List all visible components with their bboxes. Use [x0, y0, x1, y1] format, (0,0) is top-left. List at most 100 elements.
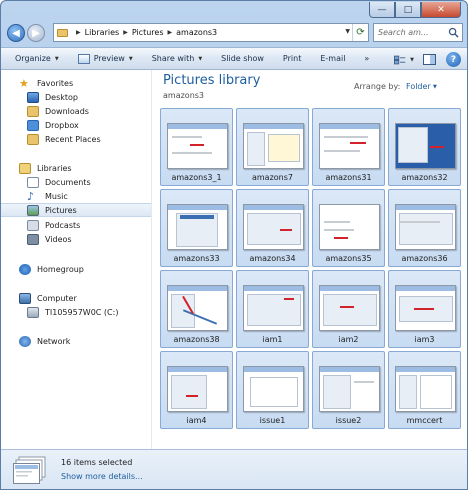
search-input[interactable]: Search am... — [373, 23, 463, 42]
more-commands-button[interactable]: » — [364, 54, 369, 63]
sidebar-item-downloads[interactable]: Downloads — [27, 104, 151, 118]
file-tile[interactable]: mmccert — [388, 351, 461, 429]
star-icon: ★ — [19, 76, 29, 90]
file-name: amazons33 — [173, 254, 220, 263]
documents-icon — [27, 176, 39, 188]
sidebar-item-label: Pictures — [45, 205, 77, 215]
arrange-by-dropdown[interactable]: Folder — [406, 82, 431, 91]
stacked-pictures-icon — [13, 456, 46, 484]
file-tile[interactable]: amazons31 — [312, 108, 385, 186]
show-more-details-link[interactable]: Show more details... — [61, 472, 143, 481]
organize-label: Organize — [15, 54, 51, 63]
sidebar-item-recent-places[interactable]: Recent Places — [27, 132, 151, 146]
file-thumbnail — [319, 366, 380, 412]
organize-button[interactable]: Organize ▼ — [15, 54, 59, 63]
sidebar-item-label: Podcasts — [45, 220, 81, 230]
sidebar-homegroup-label: Homegroup — [37, 264, 84, 274]
file-thumbnail — [395, 204, 456, 250]
sidebar-item-label: TI105957W0C (C:) — [45, 307, 119, 317]
share-with-button[interactable]: Share with ▼ — [152, 54, 202, 63]
preview-button[interactable]: Preview ▼ — [77, 53, 133, 64]
file-name: iam2 — [338, 335, 359, 344]
sidebar-item-videos[interactable]: Videos — [27, 232, 151, 246]
refresh-icon[interactable]: ⟳ — [352, 24, 368, 41]
file-tile[interactable]: iam1 — [236, 270, 309, 348]
print-button[interactable]: Print — [283, 54, 301, 63]
address-dropdown-icon[interactable]: ▼ — [345, 28, 350, 35]
file-tile[interactable]: amazons32 — [388, 108, 461, 186]
sidebar-favorites[interactable]: ★ Favorites — [19, 76, 151, 90]
preview-label: Preview — [93, 54, 125, 63]
back-button[interactable]: ◀ — [7, 24, 25, 42]
file-tile[interactable]: iam3 — [388, 270, 461, 348]
videos-icon — [27, 233, 39, 245]
chevron-down-icon[interactable]: ▼ — [433, 84, 437, 90]
file-tile[interactable]: amazons33 — [160, 189, 233, 267]
preview-pane-button[interactable] — [418, 52, 440, 67]
folder-icon — [57, 28, 68, 37]
recent-places-icon — [27, 133, 39, 145]
help-icon[interactable]: ? — [446, 52, 461, 67]
email-button[interactable]: E-mail — [320, 54, 345, 63]
file-tile[interactable]: issue2 — [312, 351, 385, 429]
sidebar-libraries[interactable]: Libraries — [19, 161, 151, 175]
pictures-icon — [27, 204, 39, 216]
sidebar-item-desktop[interactable]: Desktop — [27, 90, 151, 104]
breadcrumb-libraries[interactable]: Libraries — [85, 28, 120, 37]
sidebar-libraries-label: Libraries — [37, 163, 72, 173]
dropbox-icon — [27, 119, 39, 131]
print-label: Print — [282, 54, 302, 63]
selection-count: 16 items selected — [61, 458, 133, 467]
sidebar-item-dropbox[interactable]: Dropbox — [27, 118, 151, 132]
sidebar-homegroup[interactable]: Homegroup — [19, 262, 151, 276]
command-bar: Organize ▼ Preview ▼ Share with ▼ Slide … — [1, 47, 467, 70]
libraries-icon — [19, 162, 31, 174]
file-tile[interactable]: amazons3_1 — [160, 108, 233, 186]
maximize-button[interactable]: □ — [395, 2, 421, 18]
close-button[interactable]: ✕ — [421, 2, 461, 18]
title-bar: — □ ✕ ◀ ▶ ▶ Libraries ▶ Pictures ▶ amazo… — [1, 1, 467, 45]
file-tile[interactable]: amazons36 — [388, 189, 461, 267]
more-label: » — [364, 54, 370, 63]
file-thumbnail — [395, 123, 456, 169]
sidebar-computer[interactable]: Computer — [19, 291, 151, 305]
file-tile[interactable]: amazons35 — [312, 189, 385, 267]
sidebar-network[interactable]: Network — [19, 334, 151, 348]
drive-icon — [27, 306, 39, 318]
search-icon[interactable] — [448, 27, 459, 38]
file-tile[interactable]: amazons34 — [236, 189, 309, 267]
file-tile[interactable]: amazons7 — [236, 108, 309, 186]
sidebar-item-documents[interactable]: Documents — [27, 175, 151, 189]
change-view-button[interactable]: ▼ — [393, 52, 415, 67]
file-thumbnail — [319, 285, 380, 331]
chevron-right-icon[interactable]: ▶ — [123, 29, 128, 36]
file-thumbnail — [167, 366, 228, 412]
slide-show-button[interactable]: Slide show — [221, 54, 264, 63]
sidebar-item-drive-c[interactable]: TI105957W0C (C:) — [27, 305, 151, 319]
address-bar[interactable]: ▶ Libraries ▶ Pictures ▶ amazons3 ▼ ⟳ — [53, 23, 369, 42]
chevron-right-icon[interactable]: ▶ — [168, 29, 173, 36]
file-tile[interactable]: iam2 — [312, 270, 385, 348]
homegroup-icon — [19, 263, 31, 275]
forward-button[interactable]: ▶ — [27, 24, 45, 42]
sidebar-item-pictures[interactable]: Pictures — [1, 203, 151, 217]
minimize-button[interactable]: — — [369, 2, 395, 18]
file-name: amazons31 — [325, 173, 372, 182]
breadcrumb-amazons3[interactable]: amazons3 — [176, 28, 217, 37]
file-name: iam3 — [414, 335, 435, 344]
sidebar-item-music[interactable]: ♪ Music — [27, 189, 151, 203]
file-name: mmccert — [406, 416, 443, 425]
file-thumbnail — [167, 204, 228, 250]
search-placeholder: Search am... — [378, 28, 429, 37]
file-tile[interactable]: amazons38 — [160, 270, 233, 348]
navigation-row: ◀ ▶ ▶ Libraries ▶ Pictures ▶ amazons3 ▼ … — [7, 23, 463, 43]
sidebar-item-podcasts[interactable]: Podcasts — [27, 218, 151, 232]
file-tile[interactable]: issue1 — [236, 351, 309, 429]
sidebar-item-label: Documents — [45, 177, 91, 187]
file-view: Pictures library amazons3 Arrange by: Fo… — [153, 70, 467, 449]
sidebar-item-label: Videos — [45, 234, 72, 244]
file-name: amazons7 — [251, 173, 294, 182]
file-tile[interactable]: iam4 — [160, 351, 233, 429]
sidebar-item-label: Downloads — [45, 106, 89, 116]
breadcrumb-pictures[interactable]: Pictures — [132, 28, 164, 37]
